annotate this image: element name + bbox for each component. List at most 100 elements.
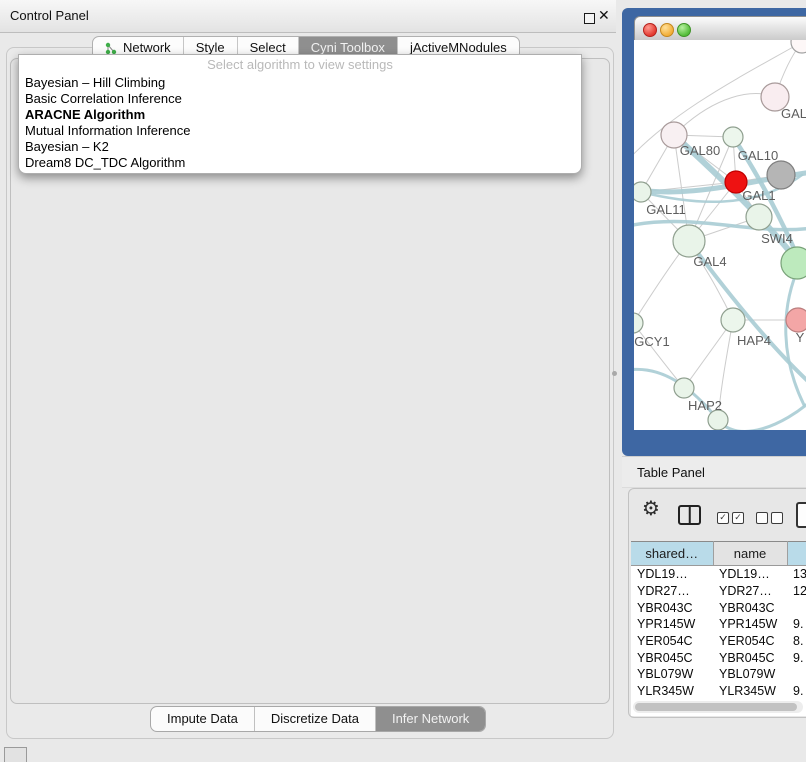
control-panel-titlebar: Control Panel ✕	[0, 0, 616, 33]
select-all-columns-icon[interactable]: ✓✓	[717, 512, 744, 524]
table-cell: 9.	[787, 649, 806, 666]
zoom-window-icon[interactable]	[677, 23, 691, 37]
network-node[interactable]	[786, 308, 806, 332]
algorithm-dropdown-placeholder: Select algorithm to view settings	[19, 55, 581, 75]
network-node-label: GAL80	[680, 143, 720, 158]
collapsed-panel-button[interactable]	[4, 747, 27, 762]
network-node-label: SWI4	[761, 231, 793, 246]
table-cell: 9.	[787, 616, 806, 633]
network-node[interactable]	[674, 378, 694, 398]
column-header-shared-name[interactable]: shared…	[631, 542, 713, 566]
node-table: shared… name YDL19…YDL19…13YDR27…YDR27…1…	[631, 541, 806, 716]
table-row[interactable]: YLR345WYLR345W9.	[631, 683, 806, 700]
table-row[interactable]: YBL079WYBL079W	[631, 666, 806, 683]
network-node[interactable]	[767, 161, 795, 189]
table-cell: YER054C	[631, 633, 713, 650]
network-node[interactable]	[634, 313, 643, 333]
table-row[interactable]: YER054CYER054C8.	[631, 633, 806, 650]
network-edge	[674, 94, 775, 135]
network-node[interactable]	[746, 204, 772, 230]
network-node-label: Y	[796, 330, 805, 345]
cyni-bottom-tabs: Impute Data Discretize Data Infer Networ…	[150, 706, 486, 732]
settings-gear-icon[interactable]: ⚙	[642, 497, 660, 521]
table-panel-title: Table Panel	[637, 465, 705, 480]
table-cell: 9.	[787, 683, 806, 700]
column-header-name[interactable]: name	[713, 542, 787, 566]
network-node[interactable]	[791, 40, 806, 53]
table-panel-titlebar: Table Panel	[622, 456, 806, 488]
splitter-handle[interactable]	[612, 371, 617, 376]
algorithm-option[interactable]: Dream8 DC_TDC Algorithm	[19, 155, 581, 171]
table-row[interactable]: YBR043CYBR043C	[631, 599, 806, 616]
table-panel-body: ⚙ ✓✓ shared… name YDL19…YDL19…	[628, 488, 806, 718]
table-cell: 12	[787, 583, 806, 600]
table-cell	[787, 599, 806, 616]
network-node-label: HAP2	[688, 398, 722, 413]
tab-discretize-data[interactable]: Discretize Data	[255, 707, 376, 731]
table-cell: YBR045C	[631, 649, 713, 666]
network-node-label: GCY1	[634, 334, 669, 349]
table-cell: YBR045C	[713, 649, 787, 666]
network-tab-icon	[105, 42, 118, 55]
table-cell: YLR345W	[631, 683, 713, 700]
table-hscrollbar-thumb[interactable]	[635, 703, 797, 711]
table-cell: YDL19…	[631, 566, 713, 583]
close-window-icon[interactable]	[643, 23, 657, 37]
network-node-label: GAL11	[646, 202, 686, 217]
table-cell: YBR043C	[631, 599, 713, 616]
network-node[interactable]	[708, 410, 728, 430]
table-cell	[787, 666, 806, 683]
table-cell: YBL079W	[713, 666, 787, 683]
network-node[interactable]	[673, 225, 705, 257]
network-node-label: GAL10	[738, 148, 778, 163]
algorithm-dropdown-list: Bayesian – Hill ClimbingBasic Correlatio…	[19, 75, 581, 171]
control-panel-title: Control Panel	[10, 8, 89, 23]
table-row[interactable]: YBR045CYBR045C9.	[631, 649, 806, 666]
algorithm-option[interactable]: Basic Correlation Inference	[19, 91, 581, 107]
table-cell: 13	[787, 566, 806, 583]
network-node[interactable]	[723, 127, 743, 147]
app-root: Control Panel ✕ Network Style Select Cyn…	[0, 0, 806, 762]
algorithm-option[interactable]: Bayesian – Hill Climbing	[19, 75, 581, 91]
tab-impute-data[interactable]: Impute Data	[151, 707, 255, 731]
node-table-body: YDL19…YDL19…13YDR27…YDR27…12YBR043CYBR04…	[631, 566, 806, 717]
minimize-window-icon[interactable]	[660, 23, 674, 37]
table-cell: YPR145W	[631, 616, 713, 633]
algorithm-option[interactable]: ARACNE Algorithm	[19, 107, 581, 123]
table-toolbar: ⚙ ✓✓	[629, 489, 806, 539]
table-cell: YBR043C	[713, 599, 787, 616]
network-node-label: HAP4	[737, 333, 771, 348]
network-node-label: GAL	[781, 106, 806, 121]
new-column-icon[interactable]	[796, 502, 806, 528]
network-node[interactable]	[721, 308, 745, 332]
close-icon[interactable]: ✕	[598, 7, 610, 24]
network-canvas-svg: GAL GAL80 GAL10 GAL1 GAL11 SWI4 GAL4 GCY1 HAP4 Y H…	[634, 40, 806, 430]
float-window-icon[interactable]	[584, 13, 595, 24]
tab-infer-network[interactable]: Infer Network	[376, 707, 485, 731]
table-cell: YDR27…	[713, 583, 787, 600]
column-header-partial[interactable]	[787, 542, 806, 566]
network-node-label: GAL1	[742, 188, 775, 203]
table-cell: YPR145W	[713, 616, 787, 633]
table-cell: YDR27…	[631, 583, 713, 600]
network-edge	[634, 323, 684, 388]
network-node[interactable]	[634, 182, 651, 202]
table-row[interactable]: YDR27…YDR27…12	[631, 583, 806, 600]
algorithm-option[interactable]: Mutual Information Inference	[19, 123, 581, 139]
network-node[interactable]	[781, 247, 806, 279]
algorithm-dropdown-popup: Select algorithm to view settings Bayesi…	[18, 54, 582, 174]
network-window-titlebar	[634, 16, 806, 42]
table-horizontal-scrollbar[interactable]	[633, 701, 803, 713]
network-node-label: GAL4	[693, 254, 726, 269]
table-row[interactable]: YPR145WYPR145W9.	[631, 616, 806, 633]
table-cell: YDL19…	[713, 566, 787, 583]
table-cell: YER054C	[713, 633, 787, 650]
network-canvas[interactable]: GAL GAL80 GAL10 GAL1 GAL11 SWI4 GAL4 GCY1 HAP4 Y H…	[634, 40, 806, 430]
table-row[interactable]: YDL19…YDL19…13	[631, 566, 806, 583]
column-layout-icon[interactable]	[678, 505, 701, 525]
deselect-all-columns-icon[interactable]	[756, 512, 783, 524]
algorithm-option[interactable]: Bayesian – K2	[19, 139, 581, 155]
table-cell: YBL079W	[631, 666, 713, 683]
table-cell: YLR345W	[713, 683, 787, 700]
table-cell: 8.	[787, 633, 806, 650]
